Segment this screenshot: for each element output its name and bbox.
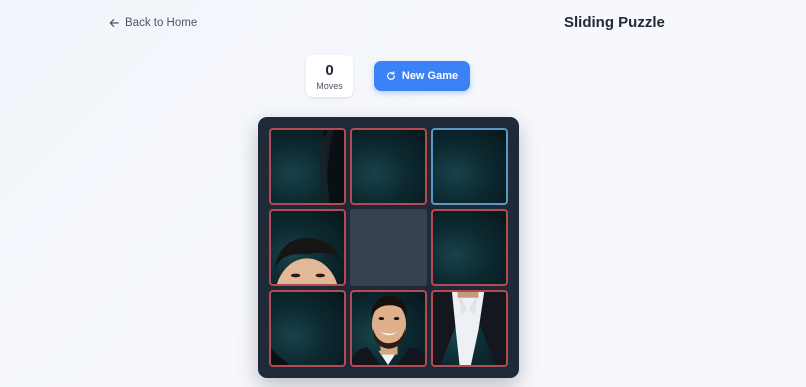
arrow-left-icon <box>109 19 119 27</box>
new-game-button[interactable]: New Game <box>374 61 470 91</box>
puzzle-tile[interactable] <box>269 128 346 205</box>
tile-image <box>433 292 506 365</box>
back-to-home-link[interactable]: Back to Home <box>109 17 197 29</box>
puzzle-board <box>258 117 519 378</box>
back-link-label: Back to Home <box>125 17 198 29</box>
moves-label: Moves <box>316 80 343 91</box>
empty-slot <box>350 209 427 286</box>
tile-image <box>271 348 290 365</box>
puzzle-tile[interactable] <box>350 128 427 205</box>
new-game-label: New Game <box>401 70 459 82</box>
moves-counter: 0 Moves <box>306 55 353 97</box>
moves-count: 0 <box>325 61 334 79</box>
tile-image <box>352 295 425 365</box>
puzzle-tile[interactable] <box>269 209 346 286</box>
puzzle-tile[interactable] <box>431 209 508 286</box>
tile-image <box>318 130 344 203</box>
puzzle-tile[interactable] <box>431 128 508 205</box>
puzzle-tile[interactable] <box>350 290 427 367</box>
puzzle-tile[interactable] <box>269 290 346 367</box>
refresh-icon <box>387 71 395 80</box>
page-title: Sliding Puzzle <box>564 14 665 31</box>
tile-image <box>274 237 342 284</box>
puzzle-tile[interactable] <box>431 290 508 367</box>
